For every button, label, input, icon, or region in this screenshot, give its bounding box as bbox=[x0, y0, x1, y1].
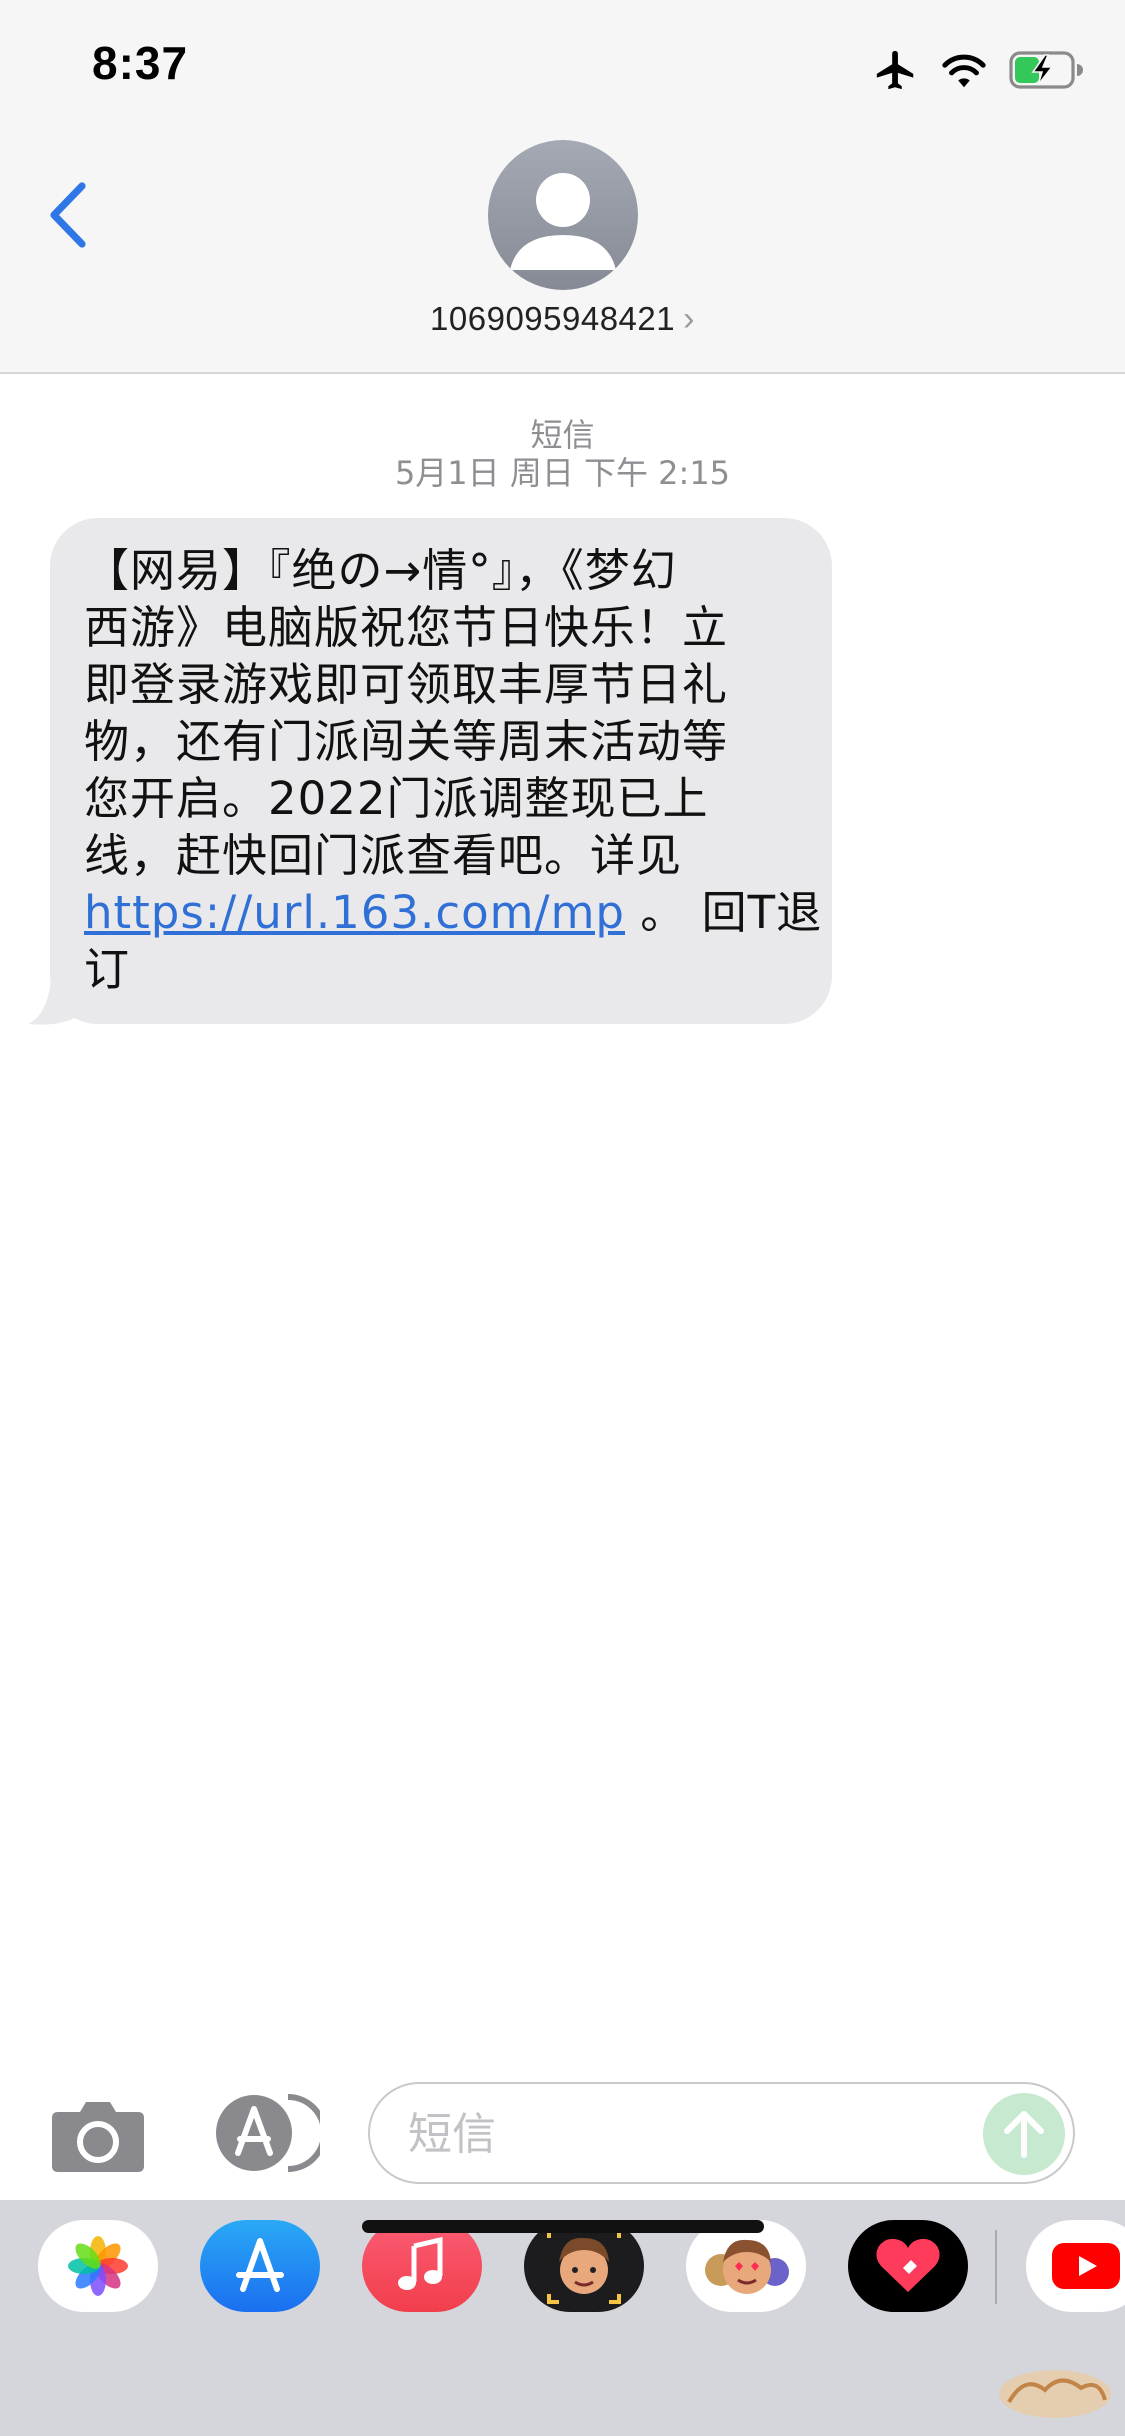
photos-icon bbox=[68, 2236, 128, 2296]
status-icons bbox=[873, 40, 1085, 100]
heart-icon bbox=[876, 2238, 940, 2292]
message-unsubscribe-text: 。 回T退 bbox=[625, 886, 823, 939]
app-store-icon bbox=[236, 2238, 284, 2292]
message-composer bbox=[0, 2060, 1125, 2200]
airplane-mode-icon bbox=[876, 50, 914, 90]
message-line: 即登录游戏即可领取丰厚节日礼 bbox=[84, 658, 729, 711]
message-link[interactable]: https://url.163.com/mp bbox=[84, 886, 625, 939]
back-button[interactable] bbox=[44, 180, 94, 250]
home-indicator[interactable] bbox=[362, 2220, 764, 2233]
message-bubble[interactable]: 【网易】『绝の→情°』，《梦幻 西游》电脑版祝您节日快乐！立 即登录游戏即可领取… bbox=[50, 518, 832, 1024]
chevron-right-icon: › bbox=[683, 300, 695, 338]
message-input[interactable] bbox=[406, 2084, 950, 2184]
camera-button[interactable] bbox=[50, 2098, 146, 2174]
memoji-camera-icon bbox=[547, 2228, 621, 2304]
digital-touch-app-button[interactable] bbox=[848, 2220, 968, 2312]
send-button[interactable] bbox=[983, 2093, 1065, 2175]
memoji-stickers-icon bbox=[705, 2239, 789, 2294]
battery-charging-icon bbox=[1009, 51, 1083, 89]
message-line: 西游》电脑版祝您节日快乐！立 bbox=[84, 601, 729, 654]
contact-number: 1069095948421 bbox=[430, 300, 676, 337]
app-store-icon bbox=[216, 2094, 327, 2172]
watermark-logo bbox=[999, 2370, 1111, 2418]
status-time: 8:37 bbox=[92, 37, 189, 89]
message-timestamp: 5月1日 周日 下午 2:15 bbox=[394, 454, 731, 492]
arrow-up-icon bbox=[1004, 2111, 1044, 2158]
person-silhouette-icon bbox=[510, 173, 616, 270]
memoji-camera-app-button[interactable] bbox=[524, 2220, 644, 2312]
contact-avatar[interactable] bbox=[488, 140, 638, 290]
message-line: 【网易】『绝の→情°』，《梦幻 bbox=[84, 544, 677, 597]
youtube-icon bbox=[1052, 2243, 1120, 2289]
music-note-icon bbox=[398, 2236, 443, 2290]
message-line: 订 bbox=[84, 943, 131, 996]
contact-details-link[interactable]: 1069095948421 › bbox=[0, 300, 1125, 339]
chevron-left-icon bbox=[50, 182, 86, 248]
photos-app-button[interactable] bbox=[38, 2220, 158, 2312]
conversation-header: 8:37 1069095948421 › bbox=[0, 0, 1125, 374]
message-line: 您开启。2022门派调整现已上 bbox=[84, 772, 709, 825]
message-text-field[interactable] bbox=[368, 2082, 1075, 2184]
message-line: https://url.163.com/mp 。 回T退 bbox=[84, 884, 821, 941]
wifi-icon bbox=[942, 54, 986, 88]
message-line: 线，赶快回门派查看吧。详见 bbox=[84, 829, 683, 882]
drawer-divider bbox=[995, 2230, 997, 2304]
memoji-stickers-app-button[interactable] bbox=[686, 2220, 806, 2312]
app-drawer bbox=[0, 2200, 1125, 2436]
music-app-button[interactable] bbox=[362, 2220, 482, 2312]
camera-icon bbox=[52, 2102, 144, 2172]
app-store-drawer-button[interactable] bbox=[210, 2093, 327, 2173]
app-store-app-button[interactable] bbox=[200, 2220, 320, 2312]
youtube-app-button[interactable] bbox=[1026, 2220, 1125, 2312]
message-line: 物，还有门派闯关等周末活动等 bbox=[84, 715, 729, 768]
